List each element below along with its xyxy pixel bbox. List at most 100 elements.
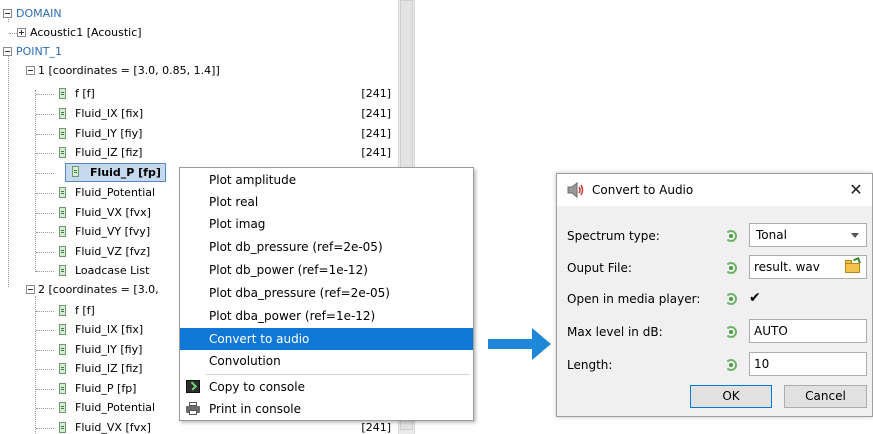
collapse-icon[interactable] [3, 47, 12, 56]
tree-connector [36, 134, 54, 135]
tree-leaf-label: Fluid_Potential [75, 186, 156, 199]
tree-connector [36, 369, 54, 370]
tree-leaf-label: Fluid_IY [fiy] [75, 343, 143, 356]
tree-node-point-1-item-1[interactable]: 1 [coordinates = [3.0, 0.85, 1.4]] [0, 61, 398, 80]
open-media-player-checkbox[interactable]: ✔ [749, 291, 763, 305]
spectrum-type-select[interactable]: Tonal [749, 223, 867, 247]
tree-node-label: POINT_1 [16, 45, 62, 58]
collapse-icon[interactable] [3, 9, 12, 18]
length-field[interactable]: 10 [749, 352, 867, 376]
menu-item-plot-imag[interactable]: Plot imag [180, 213, 473, 235]
spectrum-type-value: Tonal [756, 228, 787, 242]
tree-leaf[interactable]: f [f] [241] [0, 84, 398, 103]
tree-leaf-label: Fluid_VX [fvx] [75, 421, 151, 434]
tree-leaf[interactable]: Fluid_IX [fix] [241] [0, 104, 398, 123]
ok-button[interactable]: OK [690, 385, 772, 408]
tree-leaf-label: f [f] [75, 87, 95, 100]
menu-item-plot-dba-pressure[interactable]: Plot dba_pressure (ref=2e-05) [180, 282, 473, 304]
tree-connector [9, 33, 17, 34]
tree-leaf-size: [241] [361, 127, 391, 140]
tree-leaf-text: Fluid_P [fp] [90, 166, 161, 179]
menu-item-plot-db-power[interactable]: Plot db_power (ref=1e-12) [180, 259, 473, 281]
max-level-value: AUTO [754, 324, 788, 338]
refresh-icon[interactable] [725, 293, 737, 305]
data-icon [59, 108, 66, 119]
max-level-field[interactable]: AUTO [749, 319, 867, 343]
tree-leaf-label-selected: Fluid_P [fp] [65, 163, 166, 182]
tree-connector [36, 408, 54, 409]
refresh-icon[interactable] [725, 326, 737, 338]
tree-leaf-label: Fluid_VZ [fvz] [75, 245, 151, 258]
speaker-icon [567, 182, 584, 198]
tree-connector [36, 350, 54, 351]
tree-leaf-label: Fluid_IX [fix] [75, 323, 144, 336]
menu-item-plot-db-pressure[interactable]: Plot db_pressure (ref=2e-05) [180, 236, 473, 258]
close-icon[interactable]: ✕ [848, 174, 864, 206]
spectrum-type-label: Spectrum type: [567, 229, 660, 243]
tree-leaf-size: [241] [361, 87, 391, 100]
dialog-titlebar[interactable]: Convert to Audio ✕ [557, 174, 872, 206]
tree-connector [36, 213, 54, 214]
menu-separator [206, 374, 470, 375]
tree-connector [36, 330, 54, 331]
refresh-icon[interactable] [725, 262, 737, 274]
cancel-button[interactable]: Cancel [784, 385, 867, 408]
expand-icon[interactable] [17, 28, 26, 37]
data-icon [59, 402, 66, 413]
tree-connector [36, 232, 54, 233]
data-icon [59, 383, 66, 394]
terminal-icon [186, 380, 200, 393]
menu-item-convert-to-audio[interactable]: Convert to audio [180, 328, 473, 350]
tree-leaf-size: [241] [361, 107, 391, 120]
menu-item-plot-amplitude[interactable]: Plot amplitude [180, 169, 473, 191]
data-icon [59, 88, 66, 99]
collapse-icon[interactable] [26, 66, 35, 75]
tree-leaf-label: Fluid_IZ [fiz] [75, 146, 143, 159]
tree-leaf[interactable]: Fluid_IY [fiy] [241] [0, 124, 398, 143]
tree-leaf-label: f [f] [75, 304, 95, 317]
menu-item-plot-dba-power[interactable]: Plot dba_power (ref=1e-12) [180, 305, 473, 327]
tree-connector [36, 94, 54, 95]
data-icon [59, 305, 66, 316]
collapse-icon[interactable] [26, 285, 35, 294]
tree-leaf-label: Fluid_IY [fiy] [75, 127, 143, 140]
data-icon [59, 265, 66, 276]
context-menu: Plot amplitude Plot real Plot imag Plot … [179, 167, 474, 421]
length-value: 10 [754, 357, 770, 371]
tree-connector [36, 173, 54, 174]
tree-node-label: 2 [coordinates = [3.0, [38, 283, 159, 296]
output-file-field[interactable]: result. wav [749, 255, 867, 279]
menu-item-print-in-console[interactable]: Print in console [180, 398, 473, 420]
menu-item-copy-to-console[interactable]: Copy to console [180, 376, 473, 398]
refresh-icon[interactable] [725, 230, 737, 242]
menu-item-plot-real[interactable]: Plot real [180, 191, 473, 213]
length-label: Length: [567, 358, 613, 372]
chevron-down-icon [851, 233, 859, 238]
open-folder-icon[interactable] [845, 257, 862, 273]
menu-item-convolution[interactable]: Convolution [180, 350, 473, 372]
tree-leaf-label: Fluid_IX [fix] [75, 107, 144, 120]
tree-connector [36, 271, 54, 272]
tree-leaf-label: Fluid_VY [fvy] [75, 225, 151, 238]
tree-connector [36, 153, 54, 154]
data-icon [59, 147, 66, 158]
data-icon [59, 128, 66, 139]
right-arrow-icon [488, 328, 551, 360]
dialog-title: Convert to Audio [592, 183, 694, 197]
tree-connector [36, 114, 54, 115]
data-icon [59, 246, 66, 257]
tree-leaf-label: Fluid_Potential [75, 401, 156, 414]
tree-node-point-1[interactable]: POINT_1 [0, 42, 398, 61]
tree-node-acoustic1[interactable]: Acoustic1 [Acoustic] [0, 23, 398, 42]
tree-node-domain[interactable]: DOMAIN [0, 4, 398, 23]
tree-leaf-size: [241] [361, 146, 391, 159]
tree-leaf[interactable]: Fluid_IZ [fiz] [241] [0, 143, 398, 162]
max-level-label: Max level in dB: [567, 325, 663, 339]
tree-leaf-label: Loadcase List [75, 264, 150, 277]
tree-leaf-label: Fluid_VX [fvx] [75, 206, 151, 219]
tree-connector [36, 311, 54, 312]
tree-node-label: 1 [coordinates = [3.0, 0.85, 1.4]] [38, 64, 220, 77]
refresh-icon[interactable] [725, 359, 737, 371]
data-icon [59, 226, 66, 237]
output-file-value: result. wav [754, 260, 820, 274]
